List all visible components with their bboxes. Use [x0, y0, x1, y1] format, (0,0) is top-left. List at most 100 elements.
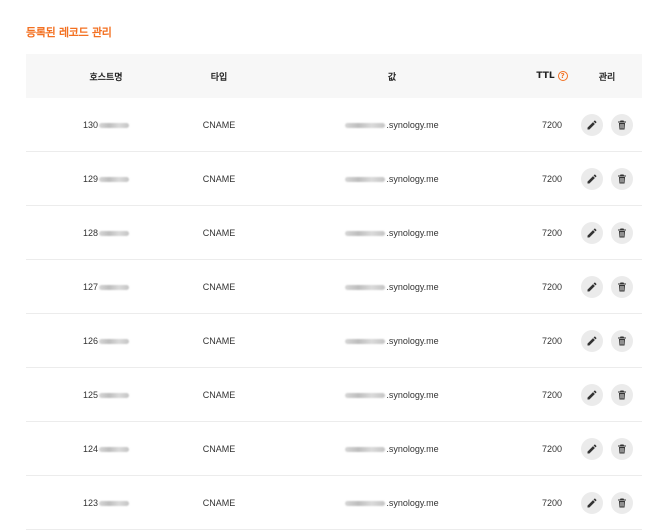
table-row: 128 CNAME .synology.me 7200 — [26, 206, 642, 260]
delete-button[interactable] — [611, 329, 633, 352]
host-cell: 129 — [26, 174, 186, 184]
type-cell: CNAME — [202, 389, 236, 400]
edit-button[interactable] — [581, 437, 603, 460]
help-icon[interactable]: ? — [557, 71, 568, 81]
table-row: 129 CNAME .synology.me 7200 — [26, 152, 642, 206]
table-row: 126 CNAME .synology.me 7200 — [26, 314, 642, 368]
manage-cell — [572, 383, 642, 406]
redacted-blur — [345, 122, 386, 128]
delete-button[interactable] — [611, 221, 633, 244]
edit-button[interactable] — [581, 383, 603, 406]
host-text: 125 — [82, 389, 99, 400]
ttl-cell: 7200 — [541, 281, 563, 292]
value-text: .synology.me — [386, 119, 439, 130]
type-cell: CNAME — [202, 281, 236, 292]
host-text: 127 — [82, 281, 99, 292]
trash-icon — [616, 227, 628, 239]
table-body: 130 CNAME .synology.me 7200 129 CNAME .synolog… — [26, 98, 642, 530]
redacted-blur — [99, 338, 130, 344]
redacted-blur — [345, 392, 386, 398]
edit-button[interactable] — [581, 221, 603, 244]
header-type: 타입 — [210, 72, 228, 83]
table-row: 127 CNAME .synology.me 7200 — [26, 260, 642, 314]
pencil-icon — [586, 227, 598, 239]
trash-icon — [616, 389, 628, 401]
value-text: .synology.me — [386, 173, 439, 184]
type-cell: CNAME — [202, 497, 236, 508]
redacted-blur — [99, 392, 130, 398]
edit-button[interactable] — [581, 167, 603, 190]
pencil-icon — [586, 443, 598, 455]
pencil-icon — [586, 119, 598, 131]
host-text: 126 — [82, 335, 99, 346]
trash-icon — [616, 119, 628, 131]
value-cell: .synology.me — [252, 228, 532, 238]
type-cell: CNAME — [202, 443, 236, 454]
host-cell: 123 — [26, 498, 186, 508]
value-text: .synology.me — [386, 389, 439, 400]
pencil-icon — [586, 335, 598, 347]
host-text: 128 — [82, 227, 99, 238]
edit-button[interactable] — [581, 491, 603, 514]
redacted-blur — [99, 500, 130, 506]
ttl-cell: 7200 — [541, 227, 563, 238]
pencil-icon — [586, 389, 598, 401]
host-text: 123 — [82, 497, 99, 508]
manage-cell — [572, 437, 642, 460]
host-cell: 130 — [26, 120, 186, 130]
redacted-blur — [99, 122, 130, 128]
header-host: 호스트명 — [89, 72, 123, 83]
host-cell: 125 — [26, 390, 186, 400]
value-text: .synology.me — [386, 335, 439, 346]
ttl-cell: 7200 — [541, 389, 563, 400]
table-row: 124 CNAME .synology.me 7200 — [26, 422, 642, 476]
host-text: 129 — [82, 173, 99, 184]
redacted-blur — [99, 230, 130, 236]
value-text: .synology.me — [386, 227, 439, 238]
manage-cell — [572, 113, 642, 136]
records-table: 호스트명 타입 값 TTL ? 관리 130 CNAME .synology.me 7… — [26, 54, 642, 530]
table-header: 호스트명 타입 값 TTL ? 관리 — [26, 54, 642, 98]
redacted-blur — [345, 284, 386, 290]
ttl-cell: 7200 — [541, 173, 563, 184]
pencil-icon — [586, 173, 598, 185]
host-text: 124 — [82, 443, 99, 454]
delete-button[interactable] — [611, 113, 633, 136]
value-cell: .synology.me — [252, 120, 532, 130]
value-cell: .synology.me — [252, 498, 532, 508]
manage-cell — [572, 221, 642, 244]
edit-button[interactable] — [581, 275, 603, 298]
value-text: .synology.me — [386, 281, 439, 292]
ttl-cell: 7200 — [541, 119, 563, 130]
table-row: 123 CNAME .synology.me 7200 — [26, 476, 642, 530]
header-manage: 관리 — [598, 72, 616, 83]
delete-button[interactable] — [611, 437, 633, 460]
type-cell: CNAME — [202, 227, 236, 238]
delete-button[interactable] — [611, 383, 633, 406]
table-row: 130 CNAME .synology.me 7200 — [26, 98, 642, 152]
value-cell: .synology.me — [252, 282, 532, 292]
value-cell: .synology.me — [252, 390, 532, 400]
value-cell: .synology.me — [252, 444, 532, 454]
trash-icon — [616, 281, 628, 293]
edit-button[interactable] — [581, 329, 603, 352]
host-cell: 127 — [26, 282, 186, 292]
delete-button[interactable] — [611, 275, 633, 298]
value-text: .synology.me — [386, 443, 439, 454]
host-cell: 128 — [26, 228, 186, 238]
ttl-cell: 7200 — [541, 497, 563, 508]
value-cell: .synology.me — [252, 336, 532, 346]
trash-icon — [616, 173, 628, 185]
delete-button[interactable] — [611, 167, 633, 190]
type-cell: CNAME — [202, 335, 236, 346]
value-text: .synology.me — [386, 497, 439, 508]
redacted-blur — [345, 446, 386, 452]
redacted-blur — [99, 176, 130, 182]
header-ttl-label: TTL — [536, 71, 555, 81]
table-row: 125 CNAME .synology.me 7200 — [26, 368, 642, 422]
delete-button[interactable] — [611, 491, 633, 514]
redacted-blur — [345, 500, 386, 506]
value-cell: .synology.me — [252, 174, 532, 184]
edit-button[interactable] — [581, 113, 603, 136]
trash-icon — [616, 335, 628, 347]
